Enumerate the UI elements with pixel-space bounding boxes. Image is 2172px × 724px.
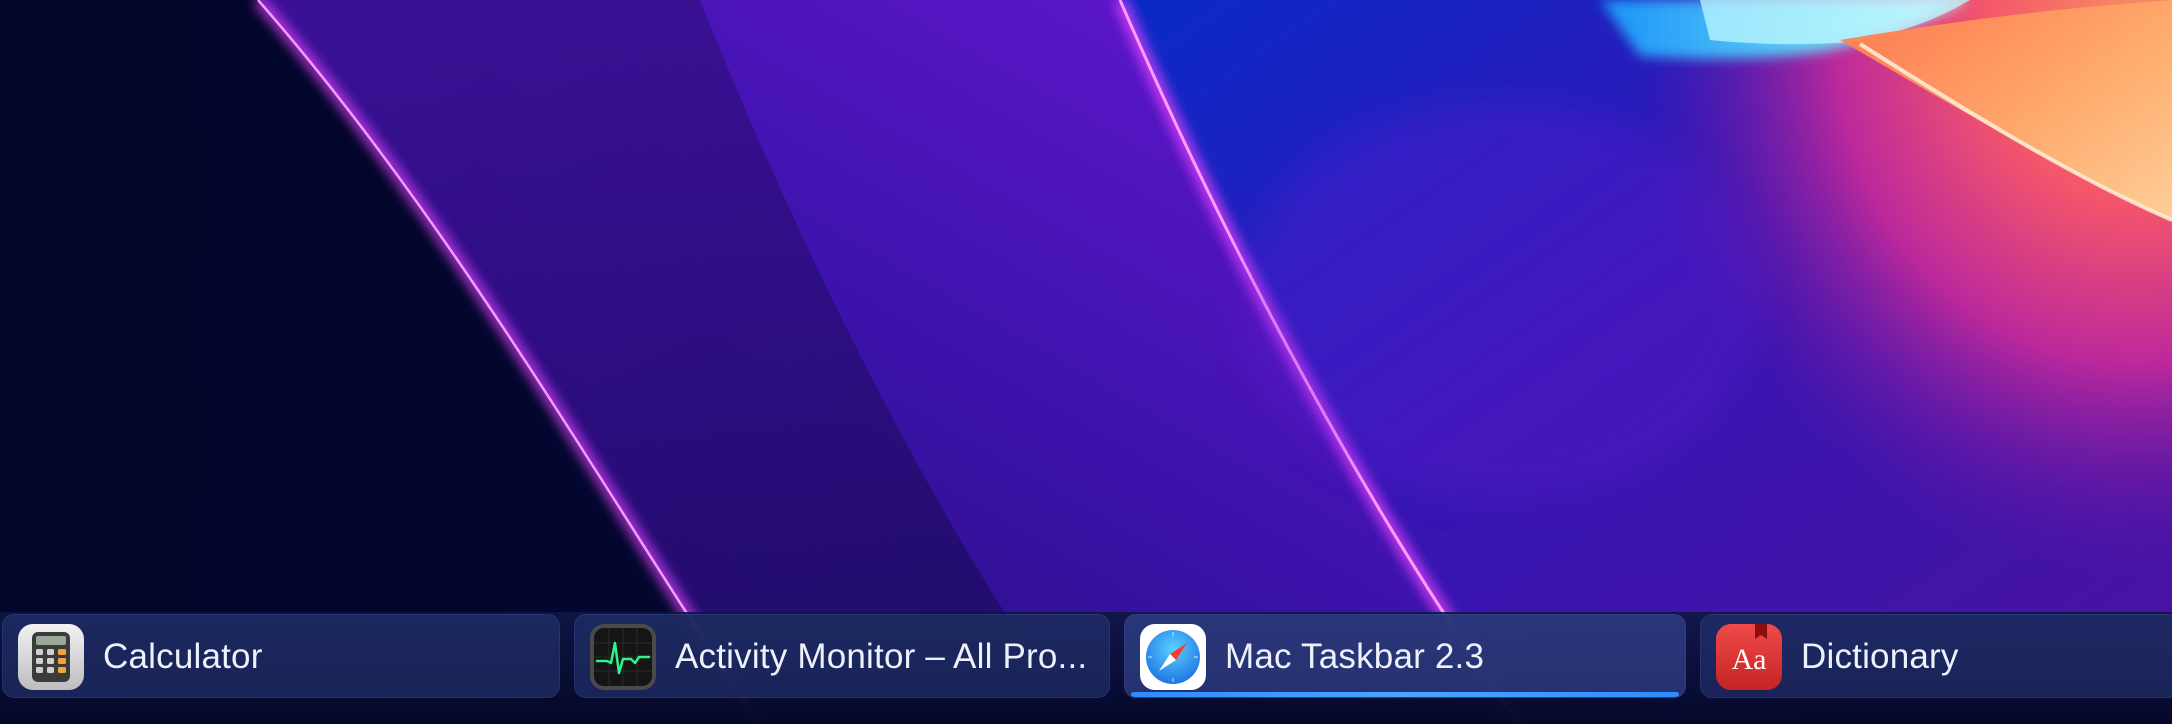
task-calculator[interactable]: Calculator: [2, 614, 560, 698]
dictionary-icon: Aa: [1716, 624, 1782, 690]
taskbar: Calculator Activity Monitor – All Pro...: [0, 612, 2172, 724]
calculator-icon: [18, 624, 84, 690]
task-label: Mac Taskbar 2.3: [1225, 637, 1485, 676]
task-activity-monitor[interactable]: Activity Monitor – All Pro...: [574, 614, 1110, 698]
task-label: Calculator: [103, 637, 263, 676]
task-dictionary[interactable]: Aa Dictionary: [1700, 614, 2172, 698]
activity-monitor-icon: [590, 624, 656, 690]
svg-text:Aa: Aa: [1732, 643, 1767, 676]
task-label: Dictionary: [1801, 637, 1959, 676]
desktop: Calculator Activity Monitor – All Pro...: [0, 0, 2172, 724]
task-label: Activity Monitor – All Pro...: [675, 637, 1088, 676]
task-mac-taskbar[interactable]: Mac Taskbar 2.3: [1124, 614, 1686, 698]
safari-compass-icon: [1140, 624, 1206, 690]
active-window-indicator: [1131, 692, 1679, 697]
